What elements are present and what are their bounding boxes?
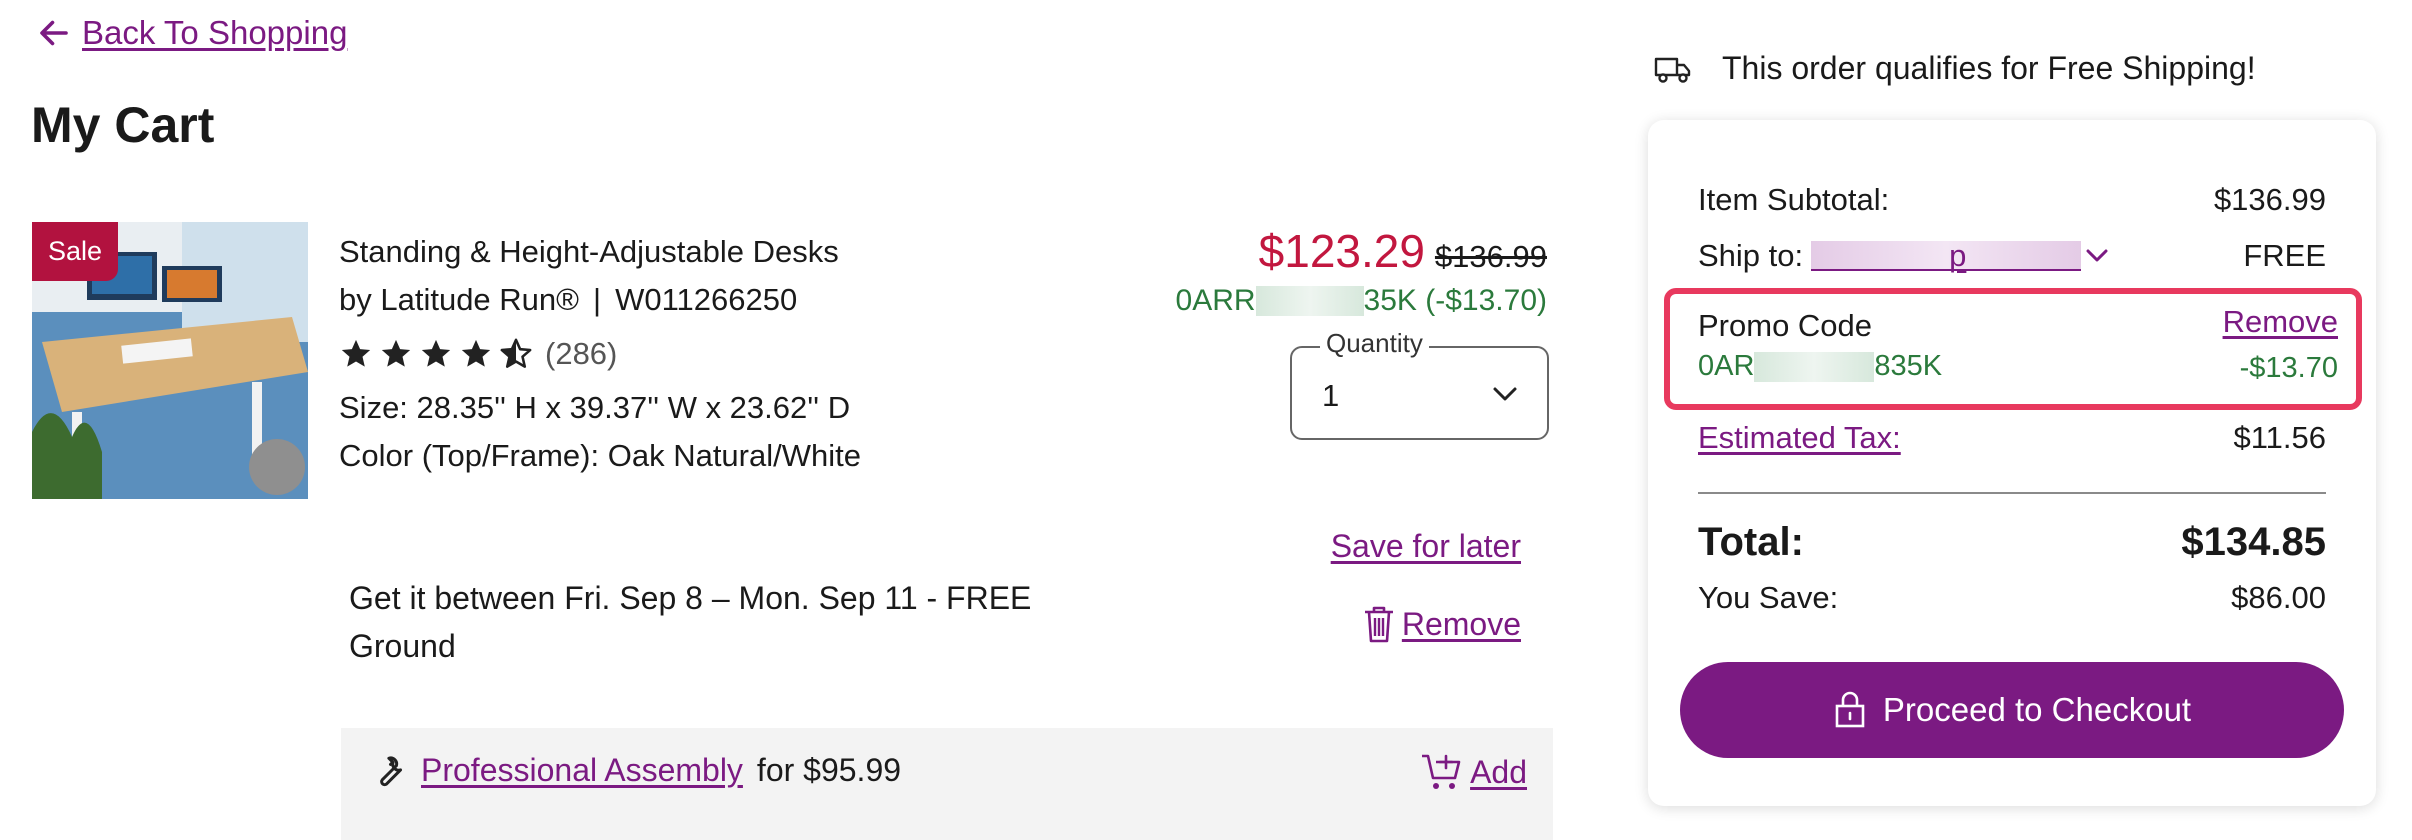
product-brand: by Latitude Run®: [339, 282, 579, 317]
review-count[interactable]: (286): [545, 330, 617, 378]
redacted-promo-code: [1255, 286, 1364, 316]
redacted-promo-code: [1754, 351, 1875, 382]
free-shipping-banner: This order qualifies for Free Shipping!: [1654, 50, 2256, 87]
sale-price: $123.29: [1258, 225, 1425, 277]
product-image[interactable]: Sale: [32, 222, 308, 499]
ship-to-group[interactable]: Ship to: p: [1698, 238, 2110, 274]
proceed-to-checkout-button[interactable]: Proceed to Checkout: [1680, 662, 2344, 758]
total-row: Total: $134.85: [1698, 520, 2326, 565]
back-to-shopping-link[interactable]: Back To Shopping: [36, 14, 347, 52]
professional-assembly-link[interactable]: Professional Assembly: [421, 752, 743, 789]
star-full-icon: [421, 339, 451, 367]
price-block: $123.29 $136.99 0ARR 35K (-$13.70): [1176, 224, 1547, 318]
page-title: My Cart: [31, 97, 215, 153]
star-full-icon: [381, 339, 411, 367]
promo-code-label: Promo Code: [1698, 308, 1873, 343]
tax-value: $11.56: [2233, 420, 2326, 455]
you-save-row: You Save: $86.00: [1698, 580, 2326, 616]
add-assembly-button[interactable]: Add: [1420, 752, 1527, 792]
tax-row: Estimated Tax: $11.56: [1698, 420, 2326, 456]
sale-badge: Sale: [32, 222, 119, 281]
save-for-later-link[interactable]: Save for later: [1331, 528, 1521, 565]
redacted-zip-link[interactable]: [1811, 241, 2082, 271]
ship-to-suffix[interactable]: p: [1949, 238, 1966, 274]
original-price: $136.99: [1434, 239, 1547, 274]
star-half-icon: [500, 338, 532, 368]
services-panel: Professional Assembly for $95.99 Add: [341, 728, 1553, 840]
subtotal-value: $136.99: [2213, 182, 2326, 217]
remove-promo-link[interactable]: Remove: [2223, 304, 2338, 340]
truck-icon: [1654, 57, 1691, 83]
wrench-icon: [380, 755, 403, 786]
promo-code-value: 0AR 835K: [1698, 350, 1942, 383]
cart-page: Back To Shopping My Cart Sale Standing &…: [0, 0, 2412, 840]
you-save-label: You Save:: [1698, 580, 1839, 615]
star-full-icon: [461, 339, 491, 367]
lock-icon: [1835, 691, 1865, 728]
quantity-value: 1: [1322, 378, 1340, 413]
back-to-shopping-label[interactable]: Back To Shopping: [82, 14, 347, 52]
ship-to-row: Ship to: p FREE: [1698, 238, 2326, 274]
rating-row[interactable]: (286): [339, 330, 861, 378]
product-color: Color (Top/Frame): Oak Natural/White: [339, 438, 861, 473]
estimated-tax-link[interactable]: Estimated Tax:: [1698, 420, 1901, 456]
product-info: Standing & Height-Adjustable Desks by La…: [339, 228, 861, 480]
product-size: Size: 28.35'' H x 39.37'' W x 23.62'' D: [339, 390, 851, 425]
brand-sku-separator: |: [593, 282, 602, 317]
delivery-estimate: Get it between Fri. Sep 8 – Mon. Sep 11 …: [349, 580, 1032, 664]
promo-code-prefix: 0AR: [1698, 350, 1755, 382]
summary-divider: [1698, 492, 2326, 494]
product-brand-line: by Latitude Run® | W011266250: [339, 276, 861, 324]
assembly-row: Professional Assembly for $95.99: [371, 752, 901, 789]
product-sku: W011266250: [615, 282, 798, 317]
quantity-label: Quantity: [1320, 328, 1429, 359]
quantity-select[interactable]: Quantity 1: [1290, 328, 1549, 440]
subtotal-row: Item Subtotal: $136.99: [1698, 182, 2326, 218]
chevron-down-icon: [1493, 387, 1517, 401]
trash-icon: [1364, 606, 1393, 643]
ship-to-label: Ship to:: [1698, 238, 1804, 273]
order-summary: Item Subtotal: $136.99 Ship to: p FREE P…: [1648, 120, 2376, 806]
promo-code-suffix: 835K: [1874, 350, 1943, 382]
total-label: Total:: [1698, 520, 1804, 564]
cart-plus-icon: [1422, 754, 1461, 789]
star-full-icon: [341, 339, 371, 367]
product-name[interactable]: Standing & Height-Adjustable Desks: [339, 228, 861, 276]
remove-item-label[interactable]: Remove: [1402, 606, 1521, 643]
add-assembly-label[interactable]: Add: [1470, 754, 1527, 791]
item-promo-prefix: 0ARR: [1175, 284, 1256, 317]
subtotal-label: Item Subtotal:: [1698, 182, 1890, 217]
chevron-down-icon[interactable]: [2084, 247, 2110, 265]
item-promo-suffix: 35K (-$13.70): [1363, 284, 1547, 317]
promo-discount: -$13.70: [2239, 352, 2338, 384]
item-promo-line: 0ARR 35K (-$13.70): [1176, 284, 1547, 318]
remove-item-button[interactable]: Remove: [1362, 604, 1521, 644]
total-value: $134.85: [2181, 520, 2326, 564]
arrow-left-icon: [40, 20, 68, 46]
checkout-label: Proceed to Checkout: [1882, 691, 2192, 728]
free-shipping-text: This order qualifies for Free Shipping!: [1722, 50, 2256, 86]
shipping-value: FREE: [2243, 238, 2326, 273]
promo-code-highlight: Promo Code 0AR 835K Remove -$13.70: [1664, 288, 2362, 410]
assembly-price: for $95.99: [756, 752, 902, 788]
you-save-value: $86.00: [2231, 580, 2326, 615]
